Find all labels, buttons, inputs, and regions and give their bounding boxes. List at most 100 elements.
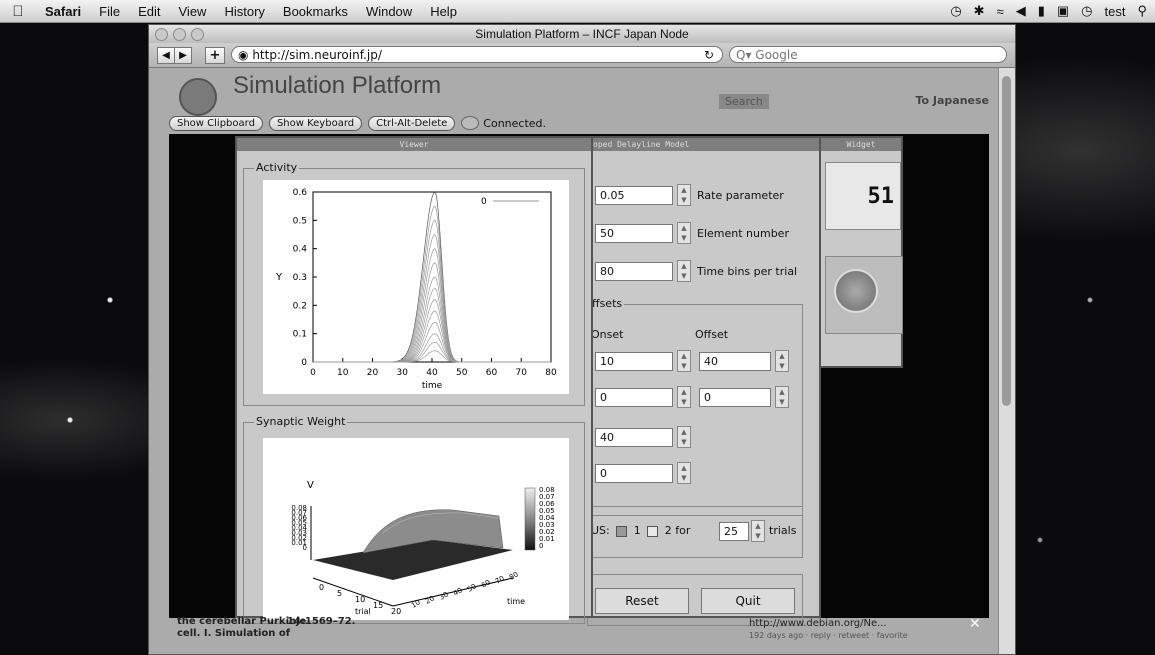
menu-bookmarks[interactable]: Bookmarks [274,4,357,19]
address-text: http://sim.neuroinf.jp/ [252,48,382,62]
surface-floor [313,540,513,580]
element-number-spinner[interactable]: ▲ ▼ [677,222,691,244]
x-tick-label: 80 [545,368,557,378]
onset-spinner-1[interactable]: ▲ ▼ [677,350,691,372]
menu-help[interactable]: Help [421,4,466,19]
onset-spinner-2[interactable]: ▲ ▼ [677,386,691,408]
menu-view[interactable]: View [170,4,216,19]
onset-spinner-3[interactable]: ▲ ▼ [677,426,691,448]
browser-window: Simulation Platform – INCF Japan Node ◀ … [148,24,1016,655]
scrollbar-thumb[interactable] [1002,76,1011,406]
offset-spinner-1[interactable]: ▲ ▼ [775,350,789,372]
address-bar[interactable]: ◉ http://sim.neuroinf.jp/ ↻ [231,46,723,63]
footer-tweet-link[interactable]: http://www.debian.org/Ne... [749,618,908,630]
window-titlebar: Simulation Platform – INCF Japan Node [149,25,1015,43]
offset-spinner-2[interactable]: ▲ ▼ [775,386,789,408]
x-axis-label: trial [355,607,371,616]
x-axis-label: time [422,381,443,391]
element-number-input[interactable]: 50 [595,224,673,243]
menu-edit[interactable]: Edit [129,4,169,19]
y-tick-label: 40 [452,586,464,597]
widget-display: 51 [825,162,901,230]
y-axis-label: Y [275,272,283,283]
time-bins-label: Time bins per trial [697,265,798,278]
footer-left-line-2: cell. I. Simulation of [177,628,291,639]
menu-history[interactable]: History [215,4,273,19]
y-tick-label: 50 [466,582,478,593]
trials-spinner[interactable]: ▲ ▼ [751,520,765,542]
menu-bar:  Safari File Edit View History Bookmark… [0,0,1155,23]
rate-input[interactable]: 0.05 [595,186,673,205]
power-icon[interactable] [834,269,878,313]
y-tick-label: 0.2 [293,301,307,311]
forward-button[interactable]: ▶ [174,47,192,64]
x-tick-label: 0 [319,583,324,592]
vnc-canvas[interactable]: Widget 51 oped Delayline Model 0.05 ▲ ▼ R… [169,134,989,626]
time-bins-spinner[interactable]: ▲ ▼ [677,260,691,282]
wifi-icon[interactable]: ≈ [997,4,1004,19]
onset-input-4[interactable]: 0 [595,464,673,483]
quit-button[interactable]: Quit [701,588,795,614]
offset-input-1[interactable]: 40 [699,352,771,371]
apple-icon[interactable]:  [0,3,36,20]
y-tick-label: 80 [508,570,520,581]
onset-input-3[interactable]: 40 [595,428,673,447]
show-keyboard-button[interactable]: Show Keyboard [268,115,363,131]
activity-series-line [313,262,551,363]
menu-window[interactable]: Window [357,4,421,19]
x-tick-label: 10 [355,595,365,604]
y-tick-label: 0 [301,358,307,368]
spotlight-icon[interactable]: ⚲ [1137,3,1147,19]
model-window: oped Delayline Model 0.05 ▲ ▼ Rate parame… [587,136,821,626]
site-search-button[interactable]: Search [719,94,769,109]
viewer-window: Viewer Activity 0 10 20 30 40 50 60 70 80 0 0.1 0.2… [235,136,593,624]
minimize-window-button[interactable] [173,28,186,41]
trials-input[interactable]: 25 [719,522,749,541]
ctrl-alt-delete-button[interactable]: Ctrl-Alt-Delete [368,115,456,131]
to-japanese-link[interactable]: To Japanese [915,94,989,107]
widget-power-panel [825,256,903,334]
add-bookmark-button[interactable]: + [205,47,225,64]
us-checkbox-2[interactable] [647,525,659,537]
activity-series-line [313,321,551,363]
activity-series-line [313,310,551,363]
input-menu-icon[interactable]: ▣ [1057,3,1069,19]
user-name[interactable]: test [1105,4,1126,19]
onset-input-2[interactable]: 0 [595,388,673,407]
rate-spinner[interactable]: ▲ ▼ [677,184,691,206]
onset-spinner-4[interactable]: ▲ ▼ [677,462,691,484]
menu-safari[interactable]: Safari [36,4,90,19]
clock-icon[interactable]: ◷ [1081,3,1092,19]
page-scrollbar[interactable] [998,68,1015,654]
bluetooth-icon[interactable]: ✱ [974,3,985,19]
us-row: US: 1 2 for [591,524,690,537]
time-machine-icon[interactable]: ◷ [950,3,961,19]
reset-button[interactable]: Reset [595,588,689,614]
status-indicator-icon [461,116,480,130]
show-clipboard-button[interactable]: Show Clipboard [169,115,263,131]
footer-citation-mid: 14:1569–72. [287,616,356,627]
google-search-field[interactable]: Q▾ Google [729,46,1007,63]
battery-icon[interactable]: ▮ [1038,3,1045,19]
time-bins-input[interactable]: 80 [595,262,673,281]
close-window-button[interactable] [155,28,168,41]
synaptic-plot: V 0.08 0.07 0.06 0.05 0.04 0.03 0.02 0.01 0 0 5 10 15… [263,438,569,620]
y-tick-label: 60 [480,578,492,589]
x-tick-label: 40 [426,368,438,378]
close-icon[interactable]: ✕ [969,616,981,632]
back-button[interactable]: ◀ [157,47,175,64]
onset-header: Onset [591,328,624,341]
y-tick-label: 0.5 [293,216,307,226]
zoom-window-button[interactable] [191,28,204,41]
reload-icon[interactable]: ↻ [704,47,714,64]
activity-series-line [313,205,551,363]
page-content: Simulation Platform Search To Japanese S… [149,68,999,654]
onset-input-1[interactable]: 10 [595,352,673,371]
site-title: Simulation Platform [233,72,442,99]
menu-file[interactable]: File [90,4,129,19]
x-tick-label: 20 [391,607,401,616]
offset-input-2[interactable]: 0 [699,388,771,407]
synaptic-chart: V0.080.070.060.050.040.030.020.010051015… [291,480,555,616]
volume-icon[interactable]: ◀ [1016,3,1026,19]
us-checkbox-1[interactable] [616,525,628,537]
